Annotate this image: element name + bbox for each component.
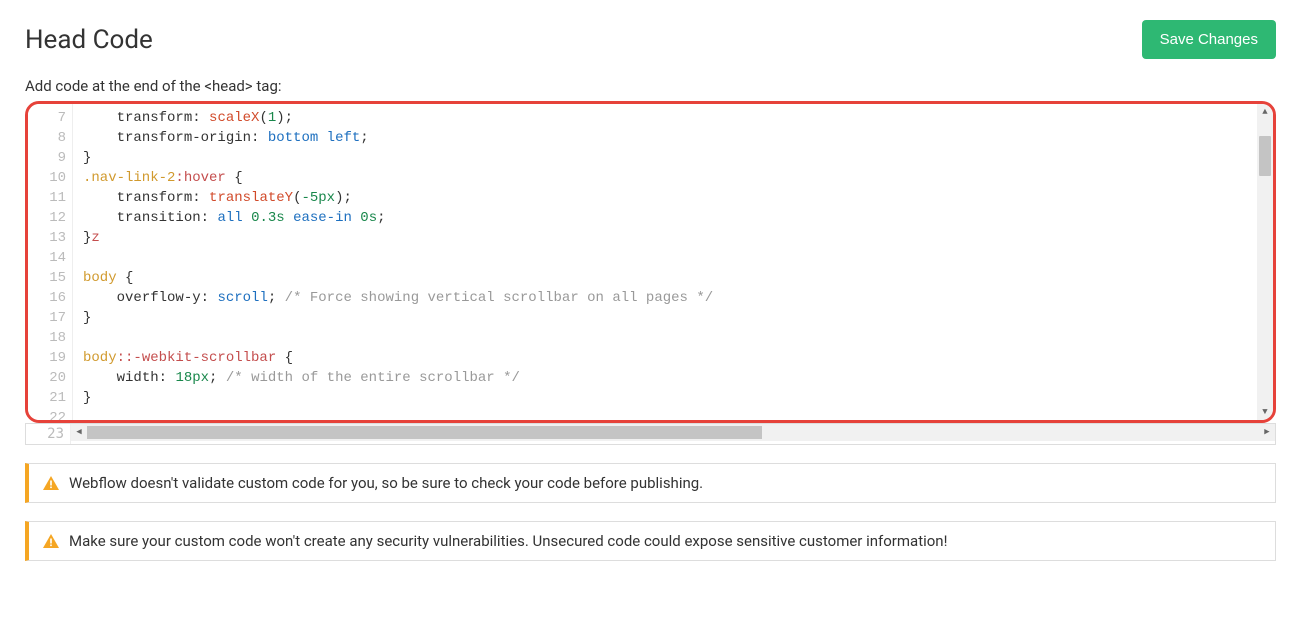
code-line[interactable]: transform: translateY(-5px); [83, 188, 1273, 208]
line-number: 8 [28, 128, 66, 148]
line-number: 17 [28, 308, 66, 328]
code-editor[interactable]: 78910111213141516171819202122 transform:… [28, 104, 1273, 420]
save-changes-button[interactable]: Save Changes [1142, 20, 1276, 59]
warning-icon [43, 534, 59, 548]
scroll-right-icon[interactable]: ▶ [1259, 424, 1275, 441]
code-line[interactable]: transform-origin: bottom left; [83, 128, 1273, 148]
warning-alert: Webflow doesn't validate custom code for… [25, 463, 1276, 503]
line-number: 19 [28, 348, 66, 368]
code-line[interactable] [83, 248, 1273, 268]
line-number: 20 [28, 368, 66, 388]
page-title: Head Code [25, 25, 153, 55]
line-number: 18 [28, 328, 66, 348]
line-number: 12 [28, 208, 66, 228]
warning-icon [43, 476, 59, 490]
line-number: 22 [28, 408, 66, 423]
warning-alert: Make sure your custom code won't create … [25, 521, 1276, 561]
line-number-gutter: 78910111213141516171819202122 [28, 104, 73, 420]
header: Head Code Save Changes [25, 20, 1276, 59]
code-line[interactable]: .nav-link-2:hover { [83, 168, 1273, 188]
code-line[interactable]: transition: all 0.3s ease-in 0s; [83, 208, 1273, 228]
subheading: Add code at the end of the <head> tag: [25, 77, 1276, 95]
code-line[interactable]: } [83, 148, 1273, 168]
vertical-scroll-thumb[interactable] [1259, 136, 1271, 176]
code-line[interactable] [83, 328, 1273, 348]
code-line[interactable]: body { [83, 268, 1273, 288]
scroll-down-icon[interactable]: ▼ [1257, 404, 1273, 420]
line-number: 21 [28, 388, 66, 408]
code-line[interactable]: } [83, 388, 1273, 408]
line-number: 15 [28, 268, 66, 288]
code-line[interactable]: width: 18px; /* width of the entire scro… [83, 368, 1273, 388]
line-number: 9 [28, 148, 66, 168]
line-number: 10 [28, 168, 66, 188]
code-line[interactable]: overflow-y: scroll; /* Force showing ver… [83, 288, 1273, 308]
code-line[interactable]: body::-webkit-scrollbar { [83, 348, 1273, 368]
code-line[interactable]: transform: scaleX(1); [83, 108, 1273, 128]
horizontal-scroll-thumb[interactable] [87, 426, 762, 439]
vertical-scrollbar[interactable]: ▲ ▼ [1257, 104, 1273, 420]
alert-text: Make sure your custom code won't create … [69, 532, 947, 550]
code-line[interactable]: } [83, 308, 1273, 328]
code-content[interactable]: transform: scaleX(1); transform-origin: … [73, 104, 1273, 420]
line-number: 13 [28, 228, 66, 248]
horizontal-scrollbar[interactable]: ◀ ▶ [71, 424, 1275, 441]
scroll-up-icon[interactable]: ▲ [1257, 104, 1273, 120]
alert-text: Webflow doesn't validate custom code for… [69, 474, 703, 492]
line-number: 23 [26, 424, 71, 444]
line-number: 11 [28, 188, 66, 208]
code-editor-highlight: 78910111213141516171819202122 transform:… [25, 101, 1276, 423]
line-number: 14 [28, 248, 66, 268]
line-number: 7 [28, 108, 66, 128]
code-line[interactable] [83, 408, 1273, 420]
line-number: 16 [28, 288, 66, 308]
code-line[interactable]: }z [83, 228, 1273, 248]
scroll-left-icon[interactable]: ◀ [71, 424, 87, 441]
horizontal-scroll-row: 23 ◀ ▶ [25, 423, 1276, 445]
